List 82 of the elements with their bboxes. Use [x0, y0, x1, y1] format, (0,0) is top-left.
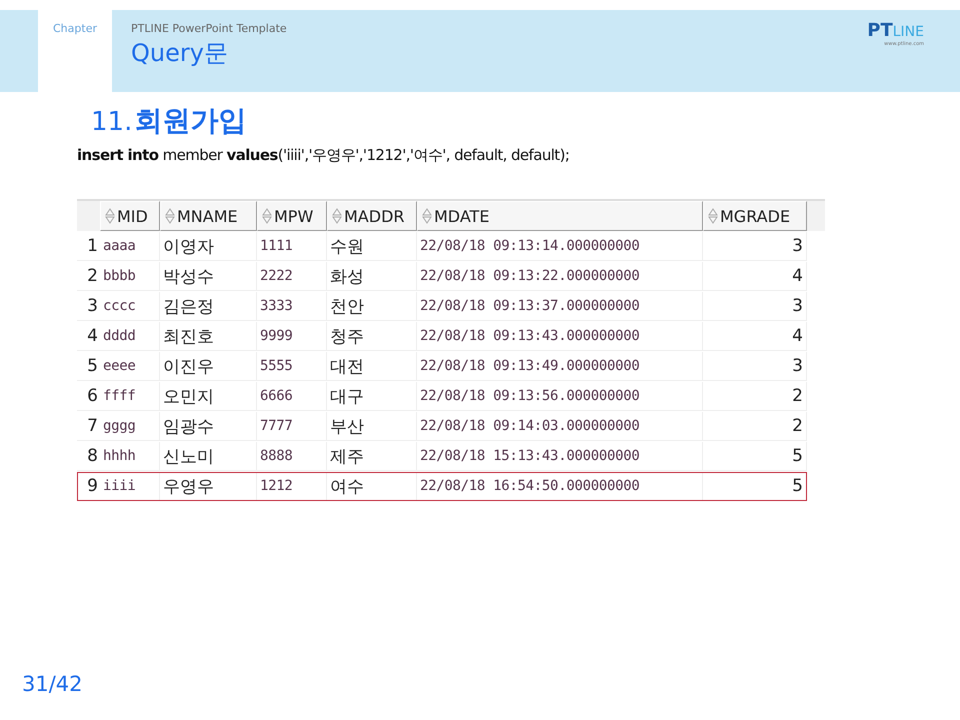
table-cell: 3	[792, 296, 803, 316]
table-cell-text: 여수	[330, 476, 364, 498]
table-cell: 7777	[260, 418, 293, 434]
table-cell-text: 우영우	[163, 476, 214, 498]
row-number: 9	[86, 476, 99, 496]
column-header[interactable]: MGRADE	[703, 201, 807, 231]
table-cell: 1212	[260, 478, 293, 494]
table-cell: 5555	[260, 358, 293, 374]
table-cell-text: 천안	[330, 296, 364, 318]
table-cell-text: 제주	[330, 446, 364, 468]
table-cell: 2222	[260, 268, 293, 284]
section-title: 회원가입	[134, 103, 246, 139]
row-number: 3	[86, 296, 99, 316]
table-cell: 2	[792, 416, 803, 436]
table-cell: eeee	[103, 358, 136, 374]
table-cell: gggg	[103, 418, 136, 434]
table-cell: 22/08/18 09:13:56.000000000	[420, 388, 640, 404]
table-cell: 8888	[260, 448, 293, 464]
sort-icon	[708, 208, 718, 224]
table-cell: 3333	[260, 298, 293, 314]
table-cell-text: 이진우	[163, 356, 214, 378]
sort-icon	[262, 208, 272, 224]
sort-icon	[105, 208, 115, 224]
table-cell: aaaa	[103, 238, 136, 254]
table-cell-text: 최진호	[163, 326, 214, 348]
column-header[interactable]: MID	[100, 201, 160, 231]
table-cell: 3	[792, 356, 803, 376]
table-cell-text: 화성	[330, 266, 364, 288]
chapter-label: Chapter	[53, 22, 97, 36]
table-cell: hhhh	[103, 448, 136, 464]
table-cell: 22/08/18 09:13:14.000000000	[420, 238, 640, 254]
section-number: 11.	[91, 107, 132, 137]
table-cell: ffff	[103, 388, 136, 404]
row-number: 5	[86, 356, 99, 376]
table-cell-text: 김은정	[163, 296, 214, 318]
table-cell: 6666	[260, 388, 293, 404]
table-cell: 1111	[260, 238, 293, 254]
row-number: 1	[86, 236, 99, 256]
table-cell: iiii	[103, 478, 136, 494]
table-cell-text: 청주	[330, 326, 364, 348]
table-cell: 22/08/18 16:54:50.000000000	[420, 478, 640, 494]
column-header[interactable]: MADDR	[327, 201, 417, 231]
table-cell: cccc	[103, 298, 136, 314]
sort-icon	[422, 208, 432, 224]
row-number: 6	[86, 386, 99, 406]
row-number: 2	[86, 266, 99, 286]
column-header[interactable]: MNAME	[160, 201, 257, 231]
table-cell: 22/08/18 09:14:03.000000000	[420, 418, 640, 434]
table-cell: 4	[792, 266, 803, 286]
table-cell-text: 임광수	[163, 416, 214, 438]
table-cell: 4	[792, 326, 803, 346]
page-number: 31/42	[22, 672, 83, 696]
table-cell-text: 오민지	[163, 386, 214, 408]
table-cell-text: 부산	[330, 416, 364, 438]
template-name: PTLINE PowerPoint Template	[131, 22, 287, 35]
sort-icon	[165, 208, 175, 224]
table-cell-text: 박성수	[163, 266, 214, 288]
table-cell: 22/08/18 09:13:37.000000000	[420, 298, 640, 314]
column-header[interactable]: MDATE	[417, 201, 703, 231]
table-cell-text: 대구	[330, 386, 364, 408]
table-cell-text: 신노미	[163, 446, 214, 468]
table-cell: 9999	[260, 328, 293, 344]
table-cell-text: 수원	[330, 236, 364, 258]
row-number: 4	[86, 326, 99, 346]
table-cell-text: 이영자	[163, 236, 214, 258]
sort-icon	[332, 208, 342, 224]
slide-title: Query문	[131, 38, 229, 69]
table-cell: 5	[792, 476, 803, 496]
table-cell: 22/08/18 15:13:43.000000000	[420, 448, 640, 464]
table-cell: 5	[792, 446, 803, 466]
table-cell-text: 대전	[330, 356, 364, 378]
table-cell: 22/08/18 09:13:43.000000000	[420, 328, 640, 344]
row-number: 8	[86, 446, 99, 466]
column-header[interactable]: MPW	[257, 201, 327, 231]
table-cell: 22/08/18 09:13:49.000000000	[420, 358, 640, 374]
table-cell: bbbb	[103, 268, 136, 284]
table-cell: dddd	[103, 328, 136, 344]
table-cell: 22/08/18 09:13:22.000000000	[420, 268, 640, 284]
table-cell: 3	[792, 236, 803, 256]
table-cell: 2	[792, 386, 803, 406]
row-number: 7	[86, 416, 99, 436]
sql-statement: insert into member values('iiii','우영우','1212','여수', default, default);	[77, 146, 570, 165]
